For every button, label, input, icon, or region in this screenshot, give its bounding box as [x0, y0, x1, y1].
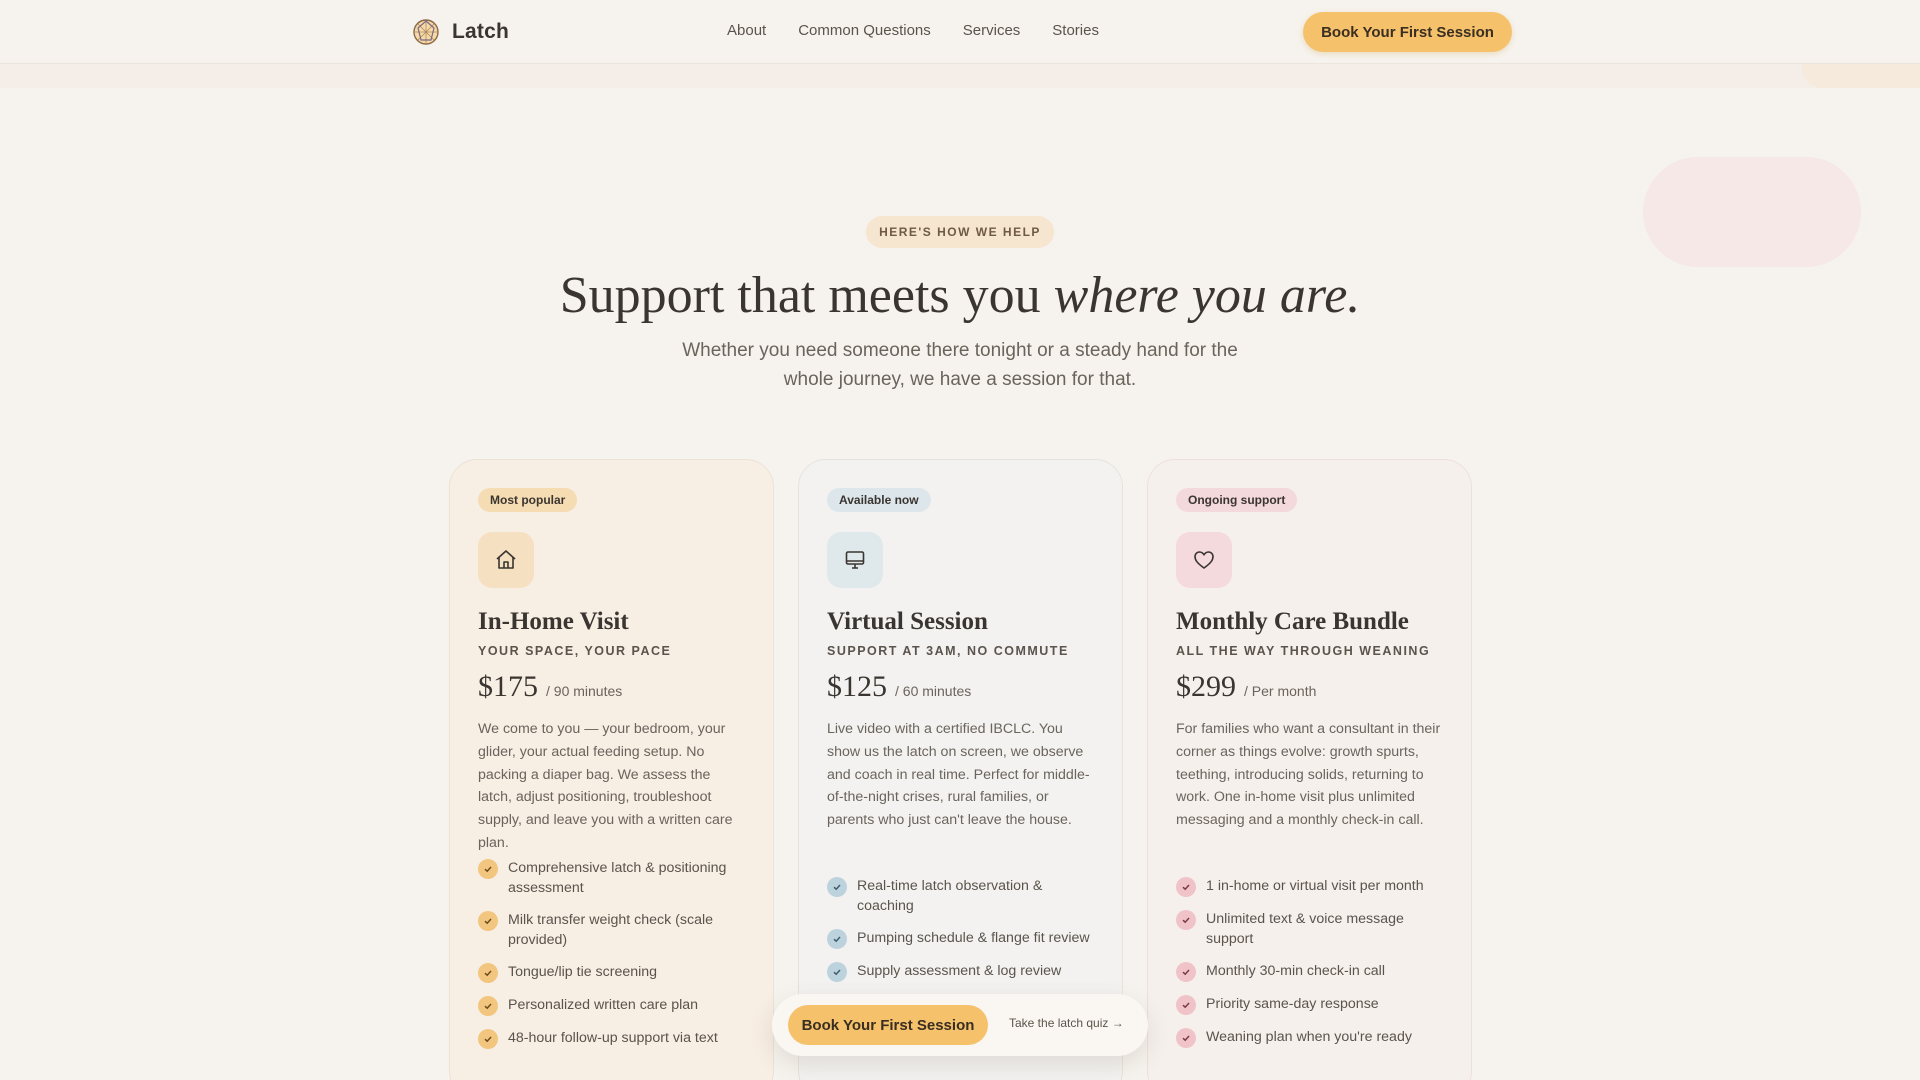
- price-row: $175 / 90 minutes: [478, 670, 745, 704]
- card-badge: Available now: [827, 488, 931, 512]
- feature-list: Comprehensive latch & positioning assess…: [478, 858, 745, 1049]
- list-item: Priority same-day response: [1176, 994, 1443, 1015]
- feature-text: Tongue/lip tie screening: [508, 964, 658, 980]
- top-nav: Latch About Common Questions Services St…: [0, 0, 1920, 64]
- feature-text: Personalized written care plan: [508, 997, 699, 1013]
- check-icon: [478, 1029, 498, 1049]
- nav-link-about[interactable]: About: [727, 22, 766, 39]
- card-tagline: ALL THE WAY THROUGH WEANING: [1176, 644, 1431, 658]
- list-item: Monthly 30-min check-in call: [1176, 961, 1443, 982]
- card-price: $125: [827, 670, 887, 703]
- nav-link-stories[interactable]: Stories: [1052, 22, 1099, 39]
- list-item: Comprehensive latch & positioning assess…: [478, 858, 745, 898]
- check-icon: [827, 929, 847, 949]
- check-icon: [1176, 910, 1196, 930]
- page-title: Support that meets you where you are.: [0, 266, 1920, 325]
- card-icon-box: [1176, 532, 1232, 588]
- list-item: 1 in-home or virtual visit per month: [1176, 876, 1443, 897]
- brand[interactable]: Latch: [412, 18, 509, 46]
- section-eyebrow: HERE'S HOW WE HELP: [866, 216, 1054, 248]
- price-row: $125 / 60 minutes: [827, 670, 1094, 704]
- nav-link-common-questions[interactable]: Common Questions: [798, 22, 931, 39]
- service-card-virtual: Available now Virtual Session SUPPORT AT…: [798, 459, 1123, 1080]
- check-icon: [478, 963, 498, 983]
- list-item: Unlimited text & voice message support: [1176, 909, 1443, 949]
- card-badge: Most popular: [478, 488, 578, 512]
- card-tagline: SUPPORT AT 3AM, NO COMMUTE: [827, 644, 1069, 658]
- floating-book-session-button[interactable]: Book Your First Session: [788, 1005, 988, 1045]
- check-icon: [1176, 1028, 1196, 1048]
- headline-italic: where you are.: [1053, 267, 1361, 324]
- card-description: Live video with a certified IBCLC. You s…: [827, 721, 1090, 829]
- card-price-unit: / 90 minutes: [546, 683, 623, 699]
- card-description: We come to you — your bedroom, your glid…: [478, 721, 733, 851]
- page-subtitle: Whether you need someone there tonight o…: [682, 340, 1238, 390]
- feature-text: Monthly 30-min check-in call: [1206, 963, 1385, 979]
- card-icon-box: [478, 532, 534, 588]
- card-icon-box: [827, 532, 883, 588]
- nav-links: About Common Questions Services Stories: [727, 22, 1099, 39]
- list-item: Supply assessment & log review: [827, 961, 1094, 982]
- card-description: For families who want a consultant in th…: [1176, 721, 1441, 829]
- check-icon: [478, 911, 498, 931]
- home-icon: [496, 550, 516, 569]
- check-icon: [827, 962, 847, 982]
- feature-text: Milk transfer weight check (scale provid…: [508, 912, 713, 948]
- service-card-in-home: Most popular In-Home Visit YOUR SPACE, Y…: [449, 459, 774, 1080]
- card-title: In-Home Visit: [478, 608, 629, 635]
- headline-plain: Support that meets you: [559, 267, 1054, 324]
- feature-text: Comprehensive latch & positioning assess…: [508, 860, 727, 896]
- book-session-button[interactable]: Book Your First Session: [1303, 12, 1512, 52]
- card-price: $299: [1176, 670, 1236, 703]
- card-tagline: YOUR SPACE, YOUR PACE: [478, 644, 672, 658]
- card-title: Virtual Session: [827, 608, 988, 635]
- feature-text: 1 in-home or virtual visit per month: [1206, 878, 1424, 894]
- feature-text: Priority same-day response: [1206, 996, 1379, 1012]
- list-item: Pumping schedule & flange fit review: [827, 928, 1094, 949]
- service-card-monthly-bundle: Ongoing support Monthly Care Bundle ALL …: [1147, 459, 1472, 1080]
- list-item: Real-time latch observation & coaching: [827, 876, 1094, 916]
- check-icon: [827, 877, 847, 897]
- check-icon: [1176, 962, 1196, 982]
- feature-text: 48-hour follow-up support via text: [508, 1030, 718, 1046]
- brand-name: Latch: [452, 20, 510, 43]
- monitor-icon: [845, 551, 865, 569]
- feature-list: 1 in-home or virtual visit per month Unl…: [1176, 876, 1443, 1048]
- check-icon: [478, 996, 498, 1016]
- list-item: 48-hour follow-up support via text: [478, 1028, 745, 1049]
- list-item: Tongue/lip tie screening: [478, 962, 745, 983]
- check-icon: [1176, 877, 1196, 897]
- floating-cta-bar: Book Your First Session Take the latch q…: [772, 994, 1148, 1056]
- list-item: Personalized written care plan: [478, 995, 745, 1016]
- card-price: $175: [478, 670, 538, 703]
- card-price-unit: / Per month: [1244, 683, 1317, 699]
- feature-text: Real-time latch observation & coaching: [857, 878, 1043, 914]
- card-price-unit: / 60 minutes: [895, 683, 972, 699]
- feature-text: Supply assessment & log review: [857, 963, 1062, 979]
- feature-text: Weaning plan when you're ready: [1206, 1029, 1412, 1045]
- check-icon: [1176, 995, 1196, 1015]
- price-row: $299 / Per month: [1176, 670, 1443, 704]
- heart-icon: [1194, 551, 1214, 569]
- list-item: Milk transfer weight check (scale provid…: [478, 910, 745, 950]
- card-badge: Ongoing support: [1176, 488, 1298, 512]
- decorative-blob: [1643, 157, 1861, 267]
- latch-quiz-link[interactable]: Take the latch quiz →: [1009, 1016, 1124, 1030]
- feature-list: Real-time latch observation & coaching P…: [827, 876, 1094, 982]
- feature-text: Unlimited text & voice message support: [1206, 911, 1404, 947]
- nav-link-services[interactable]: Services: [963, 22, 1021, 39]
- latch-logo-icon: [413, 19, 439, 45]
- check-icon: [478, 859, 498, 879]
- card-title: Monthly Care Bundle: [1176, 608, 1409, 635]
- decorative-strip: [0, 64, 1920, 88]
- list-item: Weaning plan when you're ready: [1176, 1027, 1443, 1048]
- feature-text: Pumping schedule & flange fit review: [857, 930, 1090, 946]
